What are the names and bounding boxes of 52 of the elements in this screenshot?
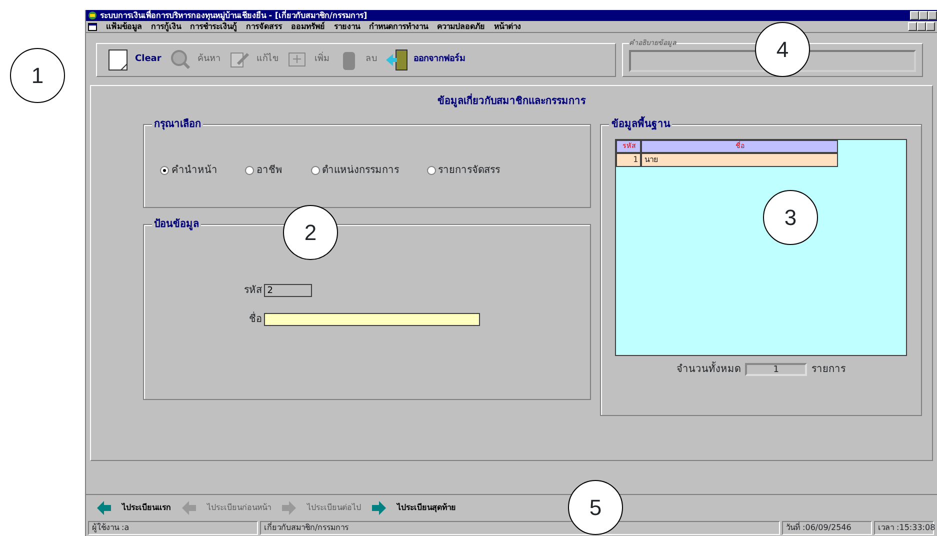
exit-button[interactable]: ออกจากฟอร์ม	[385, 48, 466, 72]
radio-button[interactable]	[310, 166, 320, 175]
menu-item[interactable]: รายงาน	[334, 20, 360, 32]
field-label: ชื่อ	[144, 312, 262, 327]
field-label: รหัส	[243, 284, 262, 298]
total-label: จำนวนทั้งหมด	[676, 362, 741, 377]
group-title: ป้อนข้อมูล	[152, 217, 201, 232]
left-arrow-icon	[181, 500, 197, 516]
menu-item[interactable]: หน้าต่าง	[494, 20, 521, 32]
radio-option[interactable]: อาชีพ	[245, 163, 282, 178]
status-cell: วันที่ :06/09/2546	[782, 521, 872, 535]
app-icon	[88, 11, 97, 20]
document-icon	[88, 22, 97, 30]
radio-label: ตำแหน่งกรรมการ	[322, 164, 399, 178]
menu-item[interactable]: การจัดสรร	[246, 20, 282, 32]
total-field: 1	[745, 363, 808, 376]
right-arrow-icon	[371, 500, 387, 516]
table-cell: นาย	[641, 152, 838, 166]
menu-item[interactable]: กำหนดการทำงาน	[369, 20, 428, 32]
status-cell: เกี่ยวกับสมาชิก/กรรมการ	[260, 521, 780, 535]
radio-label: รายการจัดสรร	[438, 164, 500, 178]
radio-label: คำนำหน้า	[171, 164, 218, 178]
menu-item[interactable]: ออมทรัพย์	[291, 20, 325, 32]
radio-button[interactable]	[160, 166, 169, 175]
radio-option[interactable]: รายการจัดสรร	[426, 163, 500, 178]
radio-button[interactable]	[426, 166, 436, 175]
door-icon	[385, 48, 410, 72]
clear-button[interactable]: Clear	[107, 48, 162, 72]
status-cell: เวลา :15:33:08	[874, 521, 934, 535]
menu-item[interactable]: การกู้เงิน	[151, 20, 181, 32]
form-heading: ข้อมูลเกี่ยวกับสมาชิกและกรรมการ	[91, 86, 932, 116]
window-title: ระบบการเงินเพื่อการบริหารกองทุนหมู่บ้านเชียงยืน - [เกี่ยวกับสมาชิก/กรรมการ]	[100, 10, 368, 21]
record-nav-button[interactable]: ไประเบียนแรก	[122, 502, 171, 514]
radio-label: อาชีพ	[256, 164, 282, 178]
callout-number: 1	[10, 48, 65, 103]
name-field[interactable]	[264, 313, 480, 326]
radio-button[interactable]	[245, 166, 254, 175]
menu-item[interactable]: การชำระเงินกู้	[190, 20, 237, 32]
left-arrow-icon	[96, 500, 112, 516]
right-arrow-icon	[281, 500, 297, 516]
group-title: ข้อมูลพื้นฐาน	[609, 117, 672, 132]
unit-label: รายการ	[812, 363, 846, 377]
group-title: กรุณาเลือก	[152, 117, 203, 132]
record-nav-button[interactable]: ไประเบียนสุดท้าย	[397, 502, 456, 514]
table-cell: 1	[616, 152, 642, 166]
maximize-button[interactable]	[919, 11, 928, 20]
radio-option[interactable]: คำนำหน้า	[160, 163, 218, 178]
radio-option[interactable]: ตำแหน่งกรรมการ	[310, 163, 399, 178]
status-cell: ผู้ใช้งาน :a	[88, 521, 258, 535]
menu-item[interactable]: ความปลอดภัย	[437, 20, 485, 32]
code-field[interactable]: 2	[264, 284, 312, 297]
menu-item[interactable]: แฟ้มข้อมูล	[106, 20, 142, 32]
